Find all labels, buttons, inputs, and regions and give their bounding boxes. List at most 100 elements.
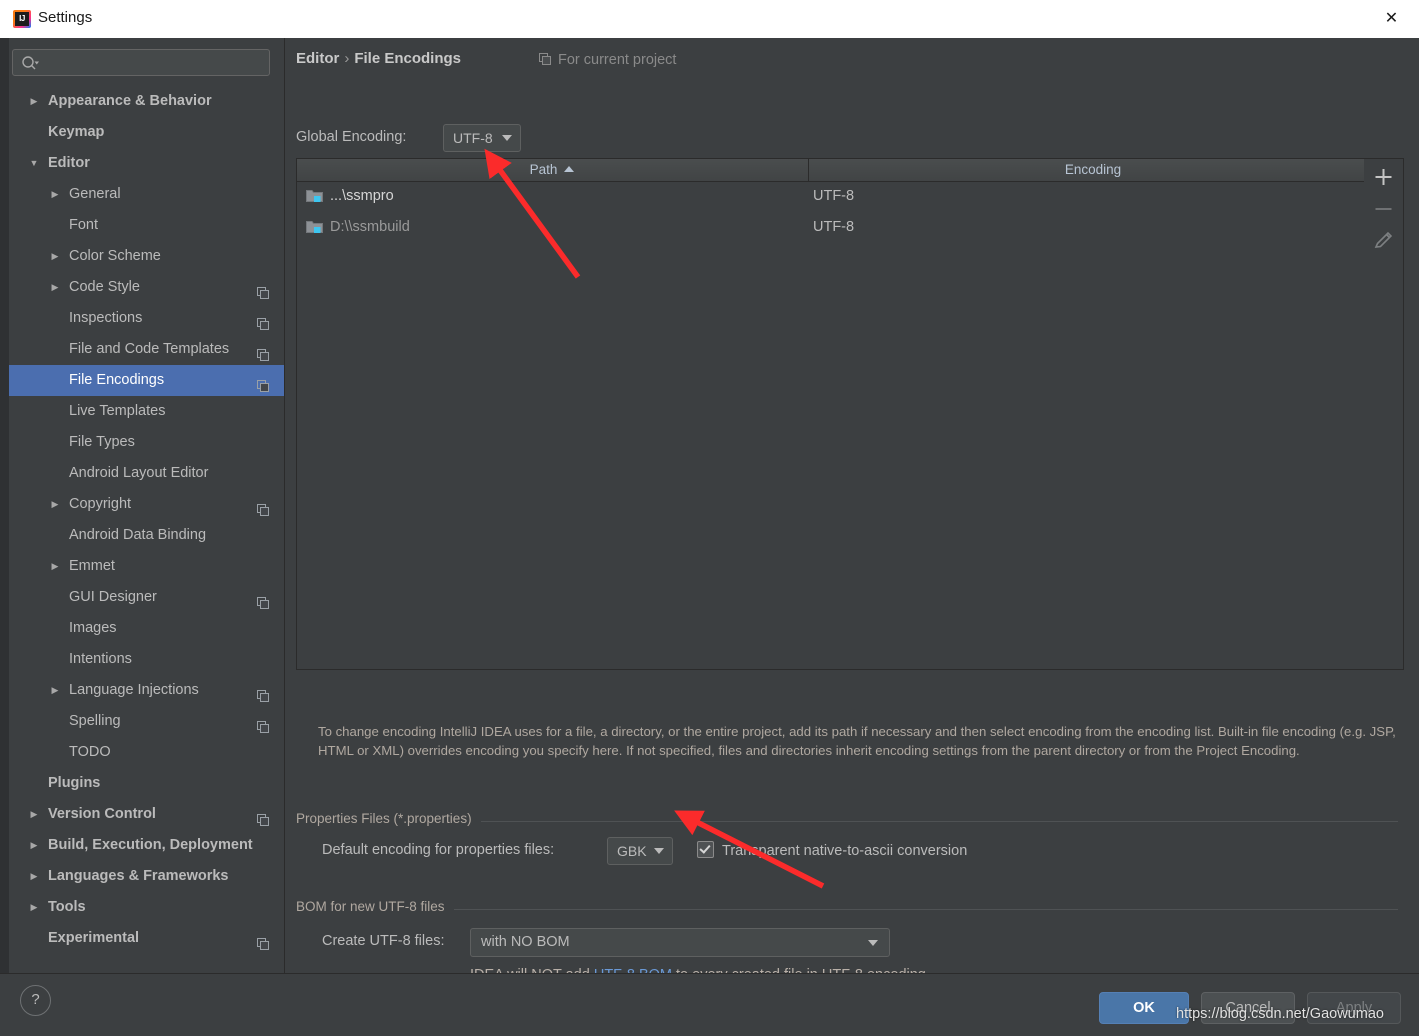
sidebar-item-color-scheme[interactable]: ▶ Color Scheme (9, 241, 284, 272)
sidebar-item-label: Language Injections (69, 682, 199, 698)
remove-button[interactable] (1364, 193, 1403, 225)
breadcrumb-current: File Encodings (354, 50, 462, 67)
settings-sidebar: ▶ Appearance & Behavior Keymap ▼ Editor ▶ Gene… (9, 38, 285, 973)
add-button[interactable] (1364, 161, 1403, 193)
search-input[interactable] (12, 49, 270, 76)
sidebar-item-label: General (69, 186, 121, 202)
sidebar-item-file-types[interactable]: File Types (9, 427, 284, 458)
chevron-right-icon[interactable]: ▶ (48, 551, 62, 582)
checkbox-icon[interactable] (697, 841, 714, 858)
copy-settings-icon (257, 343, 270, 361)
chevron-down-icon (868, 940, 878, 946)
breadcrumb: Editor › File Encodings (296, 50, 461, 67)
sidebar-item-plugins[interactable]: Plugins (9, 768, 284, 799)
transparent-native-to-ascii-checkbox[interactable]: Transparent native-to-ascii conversion (697, 841, 967, 859)
sidebar-item-tools[interactable]: ▶ Tools (9, 892, 284, 923)
sidebar-item-language-injections[interactable]: ▶ Language Injections (9, 675, 284, 706)
sidebar-item-android-layout-editor[interactable]: Android Layout Editor (9, 458, 284, 489)
chevron-right-icon[interactable]: ▶ (27, 86, 41, 117)
sidebar-item-inspections[interactable]: Inspections (9, 303, 284, 334)
sidebar-item-file-encodings[interactable]: File Encodings (9, 365, 284, 396)
sidebar-item-appearance-behavior[interactable]: ▶ Appearance & Behavior (9, 86, 284, 117)
settings-tree: ▶ Appearance & Behavior Keymap ▼ Editor ▶ Gene… (9, 86, 284, 954)
sidebar-item-label: File Types (69, 434, 135, 450)
breadcrumb-parent[interactable]: Editor (296, 50, 339, 67)
sidebar-item-code-style[interactable]: ▶ Code Style (9, 272, 284, 303)
group-divider (296, 909, 1398, 910)
sidebar-item-todo[interactable]: TODO (9, 737, 284, 768)
copy-settings-icon (257, 374, 270, 392)
window-title: Settings (38, 9, 93, 26)
sidebar-item-label: Editor (48, 155, 90, 171)
chevron-right-icon[interactable]: ▶ (27, 892, 41, 923)
sidebar-item-spelling[interactable]: Spelling (9, 706, 284, 737)
sidebar-item-languages-frameworks[interactable]: ▶ Languages & Frameworks (9, 861, 284, 892)
sidebar-item-label: Emmet (69, 558, 115, 574)
table-toolbar (1364, 158, 1404, 670)
sidebar-item-label: Version Control (48, 806, 156, 822)
table-row[interactable]: D:\\ssmbuild UTF-8 (297, 212, 1383, 243)
chevron-right-icon[interactable]: ▶ (48, 241, 62, 272)
bom-group: BOM for new UTF-8 files (296, 899, 1398, 914)
global-encoding-label: Global Encoding: (296, 129, 407, 145)
sidebar-item-label: Experimental (48, 930, 140, 946)
sidebar-item-general[interactable]: ▶ General (9, 179, 284, 210)
table-row[interactable]: ...\ssmpro UTF-8 (297, 181, 1383, 212)
copy-settings-icon (539, 53, 552, 70)
sidebar-item-experimental[interactable]: Experimental (9, 923, 284, 954)
settings-dialog: IJ Settings ✕ ▶ Appearance & Behavior Keym… (0, 0, 1419, 1036)
transparent-native-to-ascii-label: Transparent native-to-ascii conversion (722, 843, 968, 859)
sidebar-item-live-templates[interactable]: Live Templates (9, 396, 284, 427)
sidebar-item-label: Inspections (69, 310, 143, 326)
properties-encoding-value: GBK (617, 843, 647, 859)
sidebar-item-label: Code Style (69, 279, 140, 295)
sidebar-item-label: Appearance & Behavior (48, 93, 212, 109)
folder-icon (306, 219, 323, 234)
sidebar-item-images[interactable]: Images (9, 613, 284, 644)
sidebar-item-build-execution-deployment[interactable]: ▶ Build, Execution, Deployment (9, 830, 284, 861)
sidebar-item-label: File and Code Templates (69, 341, 230, 357)
chevron-right-icon[interactable]: ▶ (48, 489, 62, 520)
settings-main-panel: Editor › File Encodings For current projec… (285, 38, 1419, 983)
sidebar-item-label: Intentions (69, 651, 132, 667)
sidebar-item-label: TODO (69, 744, 111, 760)
column-header-path-label: Path (529, 162, 558, 177)
copy-settings-icon (257, 808, 270, 826)
sidebar-item-version-control[interactable]: ▶ Version Control (9, 799, 284, 830)
column-header-path[interactable]: Path (297, 159, 807, 181)
sidebar-item-keymap[interactable]: Keymap (9, 117, 284, 148)
table-cell-encoding[interactable]: UTF-8 (813, 212, 854, 243)
chevron-right-icon[interactable]: ▶ (48, 675, 62, 706)
global-encoding-value: UTF-8 (453, 130, 493, 146)
sidebar-item-label: Keymap (48, 124, 105, 140)
properties-files-group-title: Properties Files (*.properties) (296, 811, 481, 826)
copy-settings-icon (257, 684, 270, 702)
sidebar-item-font[interactable]: Font (9, 210, 284, 241)
column-header-encoding[interactable]: Encoding (808, 159, 1377, 181)
sidebar-item-emmet[interactable]: ▶ Emmet (9, 551, 284, 582)
edit-button[interactable] (1364, 225, 1403, 257)
sidebar-item-editor[interactable]: ▼ Editor (9, 148, 284, 179)
sidebar-item-label: Copyright (69, 496, 132, 512)
create-utf8-files-dropdown[interactable]: with NO BOM (470, 928, 890, 957)
create-utf8-files-value: with NO BOM (481, 934, 570, 950)
chevron-right-icon[interactable]: ▶ (27, 861, 41, 892)
search-input-text[interactable] (45, 50, 265, 75)
sidebar-item-android-data-binding[interactable]: Android Data Binding (9, 520, 284, 551)
chevron-right-icon[interactable]: ▶ (48, 179, 62, 210)
sidebar-item-label: Android Data Binding (69, 527, 207, 543)
chevron-right-icon[interactable]: ▶ (27, 830, 41, 861)
properties-encoding-dropdown[interactable]: GBK (607, 837, 673, 865)
sidebar-item-gui-designer[interactable]: GUI Designer (9, 582, 284, 613)
sidebar-item-intentions[interactable]: Intentions (9, 644, 284, 675)
close-icon[interactable]: ✕ (1364, 0, 1419, 37)
chevron-right-icon[interactable]: ▶ (27, 799, 41, 830)
sidebar-item-file-and-code-templates[interactable]: File and Code Templates (9, 334, 284, 365)
table-cell-encoding[interactable]: UTF-8 (813, 181, 854, 212)
global-encoding-dropdown[interactable]: UTF-8 (443, 124, 521, 152)
chevron-right-icon[interactable]: ▶ (48, 272, 62, 303)
sidebar-item-copyright[interactable]: ▶ Copyright (9, 489, 284, 520)
help-button[interactable]: ? (20, 985, 51, 1016)
encodings-description: To change encoding IntelliJ IDEA uses fo… (318, 724, 1396, 758)
chevron-down-icon[interactable]: ▼ (27, 148, 41, 179)
